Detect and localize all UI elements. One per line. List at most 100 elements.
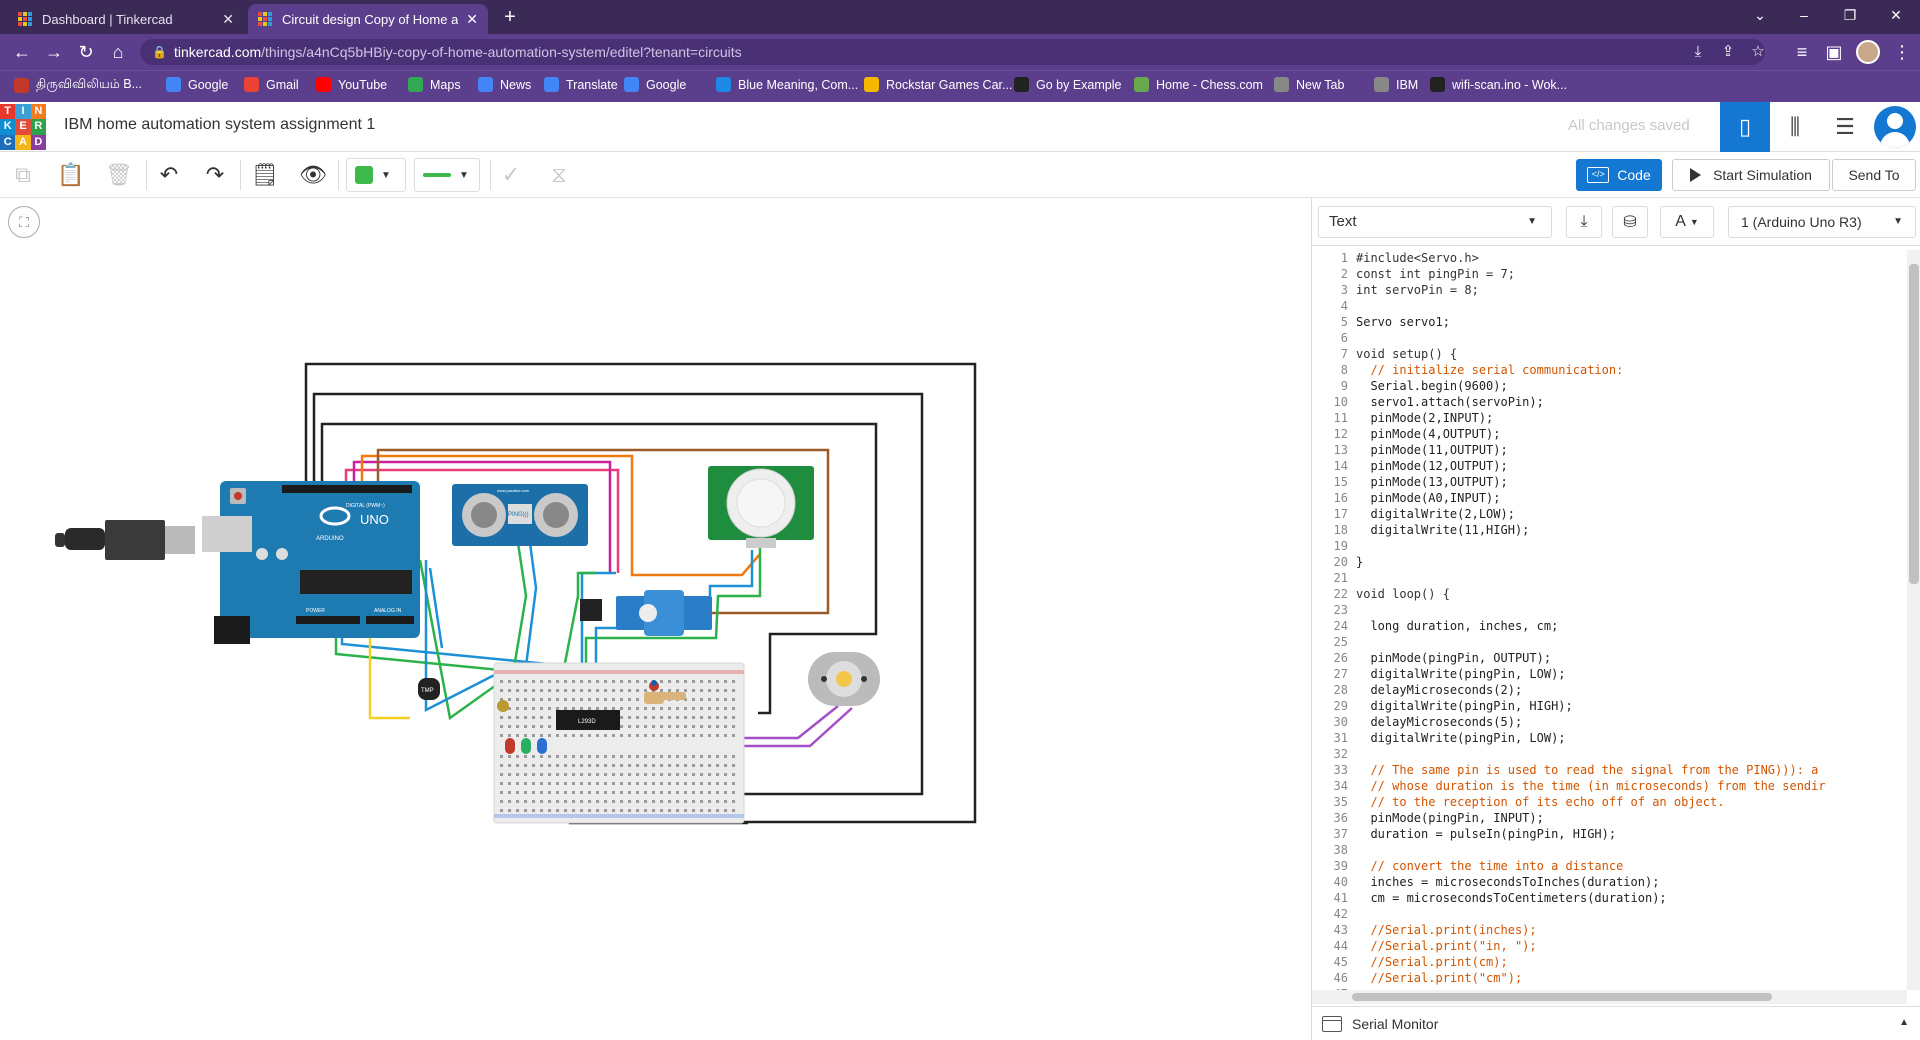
install-icon[interactable]: ⤓ [1686, 39, 1710, 65]
paste-icon[interactable]: 📋 [56, 160, 86, 190]
globe-icon [716, 77, 731, 92]
line-number: 20 [1333, 555, 1348, 569]
line-number: 40 [1333, 875, 1348, 889]
line-number: 23 [1333, 603, 1348, 617]
line-number: 25 [1333, 635, 1348, 649]
chevron-up-icon[interactable]: ▲ [1899, 1017, 1909, 1028]
code-vertical-scrollbar[interactable] [1907, 250, 1920, 990]
circuit-canvas[interactable]: ⛶ UNO ARDUINO DIGITAL (PWM~) POWER ANALO… [0, 198, 1311, 1040]
close-tab-icon[interactable]: ✕ [222, 11, 234, 28]
code-text: Servo servo1; [1356, 315, 1450, 329]
tinkercad-logo[interactable]: TINKERCAD [0, 104, 46, 150]
undo-icon[interactable]: ↶ [154, 160, 184, 190]
reload-icon[interactable]: ↻ [74, 40, 98, 64]
code-text: //Serial.print(inches); [1356, 923, 1537, 937]
code-mode-select[interactable]: Text ▼ [1318, 206, 1552, 238]
home-icon[interactable]: ⌂ [106, 40, 130, 64]
bookmark-item[interactable]: New Tab [1274, 77, 1344, 92]
led-yellow[interactable] [497, 700, 509, 712]
close-tab-icon[interactable]: ✕ [466, 11, 478, 28]
font-size-icon[interactable]: A ▼ [1660, 206, 1714, 238]
new-tab-button[interactable]: + [498, 6, 522, 29]
dc-motor[interactable] [808, 652, 880, 706]
power-pins-label: POWER [306, 608, 325, 614]
color-dropdown[interactable]: ▼ [346, 158, 406, 192]
bookmark-item[interactable]: YouTube [316, 77, 387, 92]
code-line: 29 digitalWrite(pingPin, HIGH); [1312, 698, 1906, 714]
code-icon: </> [1587, 167, 1610, 183]
ultrasonic-model-label: PING))) [508, 512, 529, 518]
bookmark-item[interactable]: Rockstar Games Car... [864, 77, 1012, 92]
wire-type-dropdown[interactable]: ▼ [414, 158, 480, 192]
delete-icon[interactable]: 🗑 [104, 160, 134, 190]
component-list-icon[interactable]: ☰ [1820, 102, 1870, 152]
design-title[interactable]: IBM home automation system assignment 1 [64, 116, 375, 134]
line-number: 39 [1333, 859, 1348, 873]
bookmark-item[interactable]: Blue Meaning, Com... [716, 77, 858, 92]
bookmark-item[interactable]: Translate [544, 77, 618, 92]
start-simulation-button[interactable]: Start Simulation [1672, 159, 1830, 191]
ultrasonic-site-label: www.parallax.com [497, 488, 530, 493]
ultrasonic-sensor[interactable]: PING))) www.parallax.com [452, 484, 588, 546]
bookmark-item[interactable]: திருவிவிலியம் B... [14, 77, 142, 93]
notes-icon[interactable]: 🗒 [250, 160, 280, 190]
bookmark-star-icon[interactable]: ☆ [1746, 39, 1770, 65]
redo-icon[interactable]: ↷ [200, 160, 230, 190]
tab-dashboard[interactable]: Dashboard | Tinkercad ✕ [8, 4, 244, 34]
code-text: pinMode(2,INPUT); [1356, 411, 1494, 425]
copy-icon[interactable]: ⧉ [8, 160, 38, 190]
rotate-icon[interactable]: ✓ [496, 160, 526, 190]
led-blue[interactable] [537, 738, 547, 754]
line-number: 42 [1333, 907, 1348, 921]
code-text: void loop() { [1356, 587, 1450, 601]
motor-driver-ic[interactable]: L293D [556, 710, 620, 730]
temperature-sensor[interactable]: TMP [418, 678, 440, 700]
pir-sensor[interactable] [708, 466, 814, 548]
serial-monitor-icon [1322, 1015, 1342, 1032]
line-number: 5 [1340, 315, 1348, 329]
code-text-area[interactable]: 1 #include<Servo.h> 2 const int pingPin = 7… [1312, 250, 1906, 990]
circuit-view-icon[interactable]: ▯ [1720, 102, 1770, 152]
restore-icon[interactable]: ❐ [1830, 4, 1870, 26]
code-line: 18 digitalWrite(11,HIGH); [1312, 522, 1906, 538]
bookmark-item[interactable]: Go by Example [1014, 77, 1121, 92]
bookmark-item[interactable]: Gmail [244, 77, 299, 92]
show-notes-icon[interactable]: 👁 [298, 160, 328, 190]
flip-icon[interactable]: ⧖ [544, 160, 574, 190]
bookmark-item[interactable]: News [478, 77, 531, 92]
bookmark-item[interactable]: IBM [1374, 77, 1418, 92]
led-red[interactable] [505, 738, 515, 754]
tab-search-icon[interactable]: ⌄ [1740, 4, 1780, 26]
bookmark-item[interactable]: Google [624, 77, 686, 92]
minimize-icon[interactable]: – [1784, 4, 1824, 26]
address-bar[interactable]: 🔒 tinkercad.com/things/a4nCq5bHBiy-copy-… [140, 39, 1765, 65]
breadboard[interactable] [493, 662, 745, 824]
menu-icon[interactable]: ⋮ [1890, 40, 1914, 64]
download-icon[interactable]: ⤓ [1566, 206, 1602, 238]
code-button[interactable]: </> Code [1576, 159, 1662, 191]
close-window-icon[interactable]: ✕ [1876, 4, 1916, 26]
send-to-button[interactable]: Send To [1832, 159, 1916, 191]
bookmark-item[interactable]: Google [166, 77, 228, 92]
bookmark-item[interactable]: Home - Chess.com [1134, 77, 1263, 92]
tab-circuit-design[interactable]: Circuit design Copy of Home aut ✕ [248, 4, 488, 34]
schematic-view-icon[interactable]: ⫼ [1770, 102, 1820, 152]
user-avatar[interactable] [1874, 106, 1916, 148]
side-panel-icon[interactable]: ▣ [1822, 40, 1846, 64]
arduino-uno-board[interactable]: UNO ARDUINO DIGITAL (PWM~) POWER ANALOG … [202, 481, 420, 644]
board-select[interactable]: 1 (Arduino Uno R3) ▼ [1728, 206, 1916, 238]
back-icon[interactable]: ← [10, 40, 34, 64]
forward-icon[interactable]: → [42, 40, 66, 64]
code-line: 28 delayMicroseconds(2); [1312, 682, 1906, 698]
code-text: inches = microsecondsToInches(duration); [1356, 875, 1660, 889]
led-green[interactable] [521, 738, 531, 754]
serial-monitor-bar[interactable]: Serial Monitor ▲ [1312, 1006, 1920, 1040]
code-horizontal-scrollbar[interactable] [1312, 990, 1907, 1004]
share-icon[interactable]: ⇪ [1716, 39, 1740, 65]
bookmark-item[interactable]: Maps [408, 77, 461, 92]
profile-avatar[interactable] [1856, 40, 1880, 64]
code-line: 45 //Serial.print(cm); [1312, 954, 1906, 970]
reading-list-icon[interactable]: ≡ [1790, 40, 1814, 64]
bookmark-item[interactable]: wifi-scan.ino - Wok... [1430, 77, 1567, 92]
upload-library-icon[interactable]: ⛁ [1612, 206, 1648, 238]
